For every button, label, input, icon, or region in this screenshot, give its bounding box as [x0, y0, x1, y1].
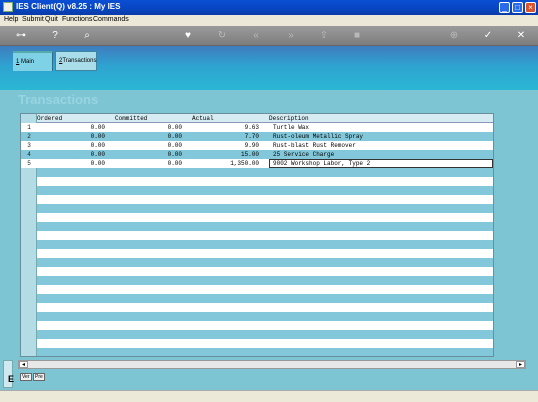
- app-icon: [3, 2, 13, 12]
- column-actual[interactable]: Actual: [192, 115, 214, 122]
- empty-row: [37, 303, 493, 312]
- add-icon[interactable]: ⊕: [447, 29, 461, 43]
- tab-main-label: Main: [21, 59, 35, 65]
- help-icon[interactable]: ?: [48, 29, 62, 43]
- table-row[interactable]: 1 0.00 0.00 9.63 Turtle Wax: [21, 123, 493, 132]
- actual-cell[interactable]: 15.00: [241, 151, 259, 158]
- empty-row: [37, 339, 493, 348]
- empty-row: [37, 330, 493, 339]
- empty-row: [37, 321, 493, 330]
- content-area: Transactions Ordered Committed Actual De…: [0, 90, 538, 390]
- actual-cell[interactable]: 7.70: [245, 133, 259, 140]
- toolbar: ⊶ ? ⌕ ♥ ↻ « » ⇧ ■ ⊕ ✓ ✕: [0, 26, 538, 46]
- search-icon[interactable]: ⌕: [80, 29, 94, 43]
- description-cell[interactable]: Rust-oleum Metallic Spray: [273, 133, 363, 140]
- empty-row: [37, 186, 493, 195]
- row-number: 3: [27, 142, 31, 149]
- empty-row: [37, 213, 493, 222]
- window-title: IES Client(Q) v8.25 : My IES: [16, 2, 121, 11]
- status-bar: [0, 390, 538, 402]
- menu-quit[interactable]: Quit: [45, 16, 58, 23]
- table-row[interactable]: 4 0.00 0.00 15.00 25 Service Charge: [21, 150, 493, 159]
- title-bar: IES Client(Q) v8.25 : My IES _ □ ×: [0, 0, 538, 15]
- ordered-cell[interactable]: 0.00: [91, 160, 105, 167]
- empty-row: [37, 231, 493, 240]
- column-description[interactable]: Description: [269, 115, 309, 122]
- side-label: E: [8, 374, 15, 384]
- header-band: 1 Main 2Transactions: [0, 46, 538, 90]
- description-cell[interactable]: Rust-blast Rust Remover: [273, 142, 356, 149]
- menu-functions[interactable]: Functions: [62, 16, 92, 23]
- tab-transactions-label: Transactions: [62, 58, 97, 64]
- committed-cell[interactable]: 0.00: [168, 151, 182, 158]
- empty-row: [37, 240, 493, 249]
- description-cell[interactable]: Turtle Wax: [273, 124, 309, 131]
- row-number: 1: [27, 124, 31, 131]
- empty-row: [37, 312, 493, 321]
- row-number: 5: [27, 160, 31, 167]
- key-icon[interactable]: ⊶: [12, 29, 30, 43]
- description-cell[interactable]: 9002 Workshop Labor, Type 2: [273, 160, 370, 167]
- stop-icon[interactable]: ■: [350, 29, 364, 43]
- committed-cell[interactable]: 0.00: [168, 133, 182, 140]
- table-row-selected[interactable]: 5 0.00 0.00 1,350.00 9002 Workshop Labor…: [21, 159, 493, 168]
- empty-row: [37, 258, 493, 267]
- fast-forward-icon[interactable]: »: [284, 29, 298, 43]
- column-committed[interactable]: Committed: [115, 115, 147, 122]
- ordered-cell[interactable]: 0.00: [91, 151, 105, 158]
- empty-row: [37, 348, 493, 356]
- committed-cell[interactable]: 0.00: [168, 160, 182, 167]
- tab-main-number: 1: [16, 59, 20, 65]
- menu-commands[interactable]: Commands: [93, 16, 129, 23]
- heart-icon[interactable]: ♥: [181, 29, 195, 43]
- close-window-button[interactable]: ×: [525, 2, 536, 13]
- empty-row: [37, 276, 493, 285]
- horizontal-scrollbar[interactable]: ◂ ▸: [18, 360, 526, 369]
- committed-cell[interactable]: 0.00: [168, 142, 182, 149]
- table-row[interactable]: 2 0.00 0.00 7.70 Rust-oleum Metallic Spr…: [21, 132, 493, 141]
- close-icon[interactable]: ✕: [514, 29, 528, 43]
- empty-row: [37, 285, 493, 294]
- tab-main[interactable]: 1 Main: [13, 51, 53, 71]
- scroll-left-icon[interactable]: ◂: [19, 361, 28, 368]
- empty-row: [37, 195, 493, 204]
- empty-row: [37, 222, 493, 231]
- empty-row: [37, 168, 493, 177]
- actual-cell[interactable]: 1,350.00: [230, 160, 259, 167]
- row-number: 4: [27, 151, 31, 158]
- empty-row: [37, 249, 493, 258]
- table-row[interactable]: 3 0.00 0.00 9.90 Rust-blast Rust Remover: [21, 141, 493, 150]
- menu-submit[interactable]: Submit: [22, 16, 44, 23]
- upload-icon[interactable]: ⇧: [317, 29, 331, 43]
- page-title: Transactions: [18, 92, 99, 107]
- menu-help[interactable]: Help: [4, 16, 18, 23]
- empty-row: [37, 177, 493, 186]
- tab-pre[interactable]: Pre: [33, 373, 45, 381]
- committed-cell[interactable]: 0.00: [168, 124, 182, 131]
- menu-bar: Help Submit Quit Functions Commands: [0, 15, 538, 26]
- empty-row: [37, 204, 493, 213]
- rewind-icon[interactable]: «: [249, 29, 263, 43]
- ordered-cell[interactable]: 0.00: [91, 142, 105, 149]
- empty-row: [37, 294, 493, 303]
- tab-ver[interactable]: Ver: [20, 373, 32, 381]
- empty-row: [37, 267, 493, 276]
- column-ordered[interactable]: Ordered: [37, 115, 62, 122]
- row-number: 2: [27, 133, 31, 140]
- check-icon[interactable]: ✓: [481, 29, 495, 43]
- description-cell[interactable]: 25 Service Charge: [273, 151, 334, 158]
- minimize-button[interactable]: _: [499, 2, 510, 13]
- actual-cell[interactable]: 9.90: [245, 142, 259, 149]
- ordered-cell[interactable]: 0.00: [91, 124, 105, 131]
- refresh-icon[interactable]: ↻: [215, 29, 229, 43]
- actual-cell[interactable]: 9.63: [245, 124, 259, 131]
- tab-transactions[interactable]: 2Transactions: [55, 51, 97, 71]
- ordered-cell[interactable]: 0.00: [91, 133, 105, 140]
- scroll-right-icon[interactable]: ▸: [516, 361, 525, 368]
- transactions-grid: Ordered Committed Actual Description 1 0…: [20, 113, 494, 357]
- grid-header: Ordered Committed Actual Description: [37, 114, 493, 123]
- maximize-button[interactable]: □: [512, 2, 523, 13]
